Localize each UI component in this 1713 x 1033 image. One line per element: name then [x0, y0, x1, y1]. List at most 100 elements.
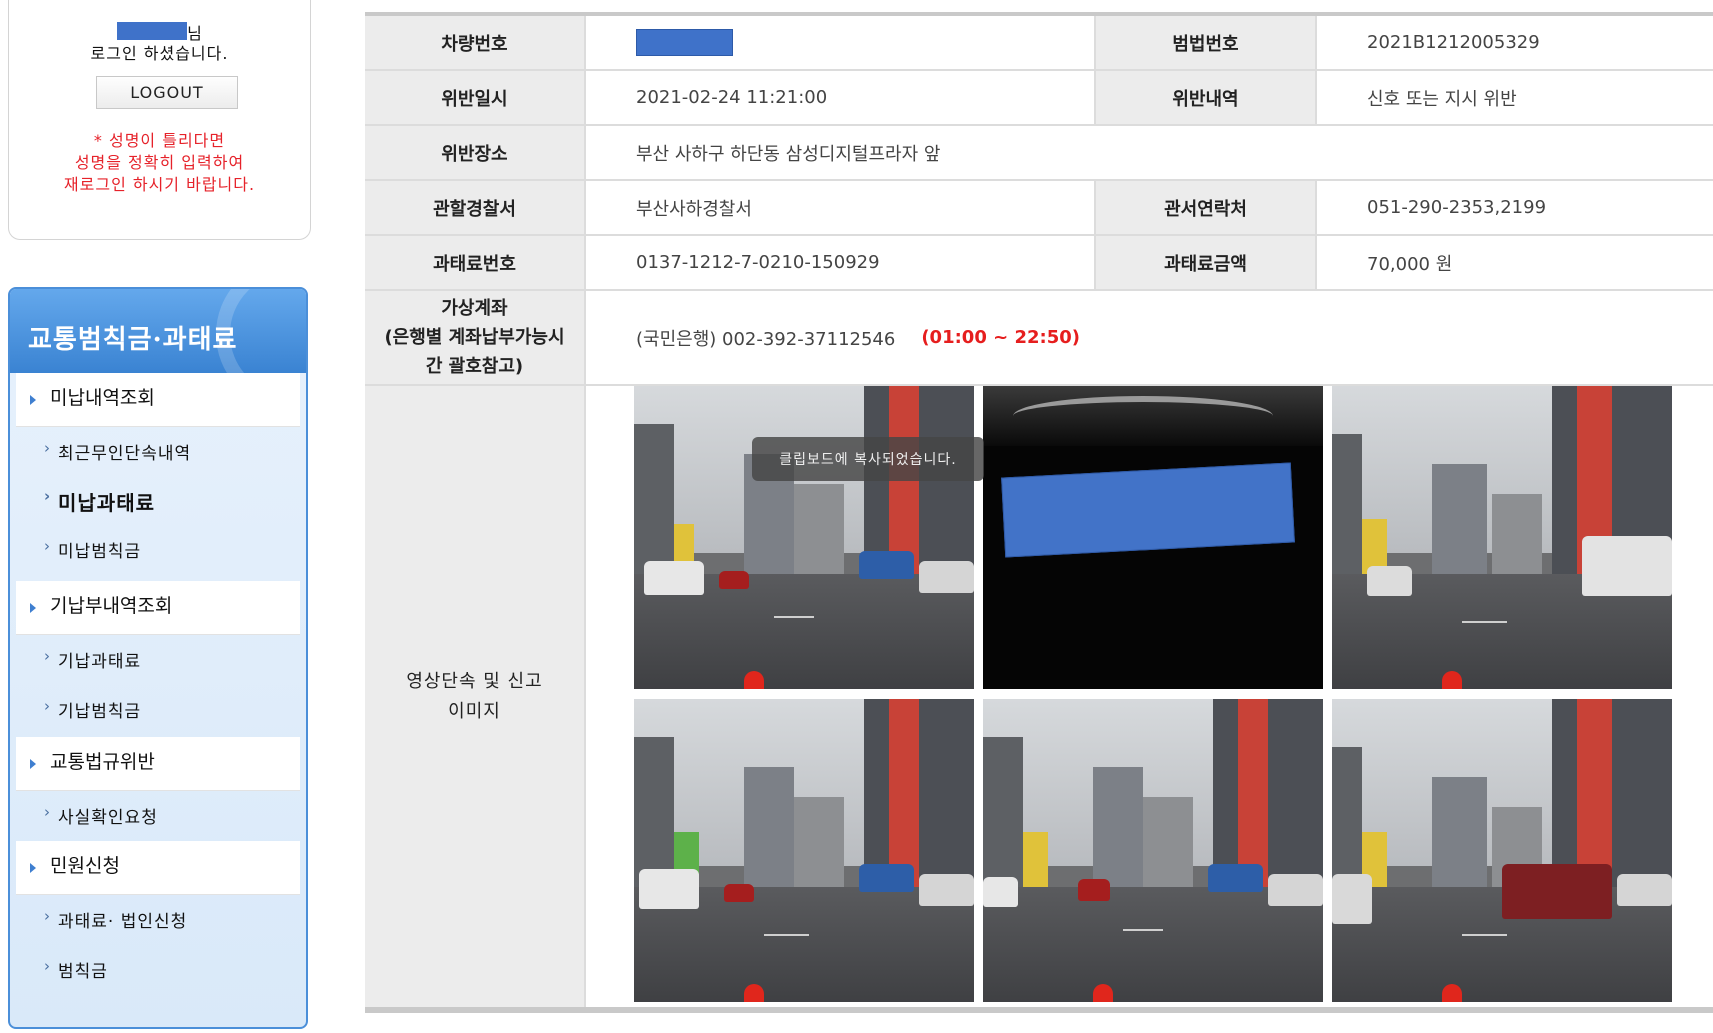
photo-building — [1238, 699, 1268, 887]
photo-car — [644, 561, 704, 595]
chevron-right-icon: › — [44, 487, 52, 505]
menu-item-label: 최근무인단속내역 — [58, 444, 192, 464]
menu-category-label: 기납부내역조회 — [50, 595, 173, 617]
enforcement-photo[interactable] — [634, 386, 974, 689]
menu-item-label: 사실확인요청 — [58, 808, 158, 828]
police-station-header: 관할경찰서 — [365, 181, 586, 234]
menu-item-unpaid-fines[interactable]: › 미납과태료 — [16, 487, 300, 516]
case-number-header: 범법번호 — [1096, 16, 1317, 69]
virtual-account-header-line: (은행별 계좌납부가능시 — [384, 327, 565, 348]
photo-cone — [744, 984, 764, 1002]
menu-item-unpaid-penalties[interactable]: › 미납범칙금 — [16, 537, 300, 562]
chevron-right-icon: › — [44, 803, 51, 821]
table-row: 관할경찰서 부산사하경찰서 관서연락처 051-290-2353,2199 — [365, 181, 1713, 236]
photo-car — [639, 869, 699, 909]
photo-building — [1332, 433, 1362, 574]
photo-car — [1078, 879, 1110, 901]
photo-car — [1268, 874, 1323, 906]
photo-building — [634, 736, 674, 887]
photo-building — [794, 796, 844, 887]
enforcement-photo[interactable] — [634, 699, 974, 1002]
menu-title: 교통범칙금·과태료 — [28, 325, 238, 355]
table-row: 위반장소 부산 사하구 하단동 삼성디지털프라자 앞 — [365, 126, 1713, 181]
photo-building — [1213, 699, 1323, 887]
menu-item-paid-penalties[interactable]: › 기납범칙금 — [16, 697, 300, 722]
photo-car — [1617, 874, 1672, 906]
violation-datetime-header: 위반일시 — [365, 71, 586, 124]
violation-location-value: 부산 사하구 하단동 삼성디지털프라자 앞 — [586, 126, 1713, 179]
enforcement-photo[interactable] — [1332, 699, 1672, 1002]
violation-location-header: 위반장소 — [365, 126, 586, 179]
menu-item-paid-fines[interactable]: › 기납과태료 — [16, 647, 300, 672]
photo-building — [1432, 463, 1487, 574]
station-contact-value: 051-290-2353,2199 — [1317, 181, 1713, 234]
photo-lane-mark — [1462, 621, 1507, 623]
chevron-right-icon: › — [44, 439, 51, 457]
triangle-right-icon — [30, 759, 36, 769]
triangle-right-icon — [30, 603, 36, 613]
photo-lane-mark — [764, 934, 809, 936]
chevron-right-icon: › — [44, 537, 51, 555]
photo-car — [1367, 566, 1412, 596]
violation-datetime-value: 2021-02-24 11:21:00 — [586, 71, 1096, 124]
virtual-account-header-line: 가상계좌 — [441, 298, 508, 319]
menu-category-unpaid[interactable]: 미납내역조회 — [16, 373, 300, 427]
photo-building — [794, 483, 844, 574]
photo-lane-mark — [1462, 934, 1507, 936]
logout-button[interactable]: LOGOUT — [96, 76, 238, 109]
police-station-value: 부산사하경찰서 — [586, 181, 1096, 234]
menu-item-recent-unmanned[interactable]: › 최근무인단속내역 — [16, 439, 300, 464]
login-box: 님 로그인 하셨습니다. LOGOUT * 성명이 틀리다면 성명을 정확히 입… — [8, 0, 311, 240]
menu-category-violation[interactable]: 교통법규위반 — [16, 737, 300, 791]
menu-category-paid[interactable]: 기납부내역조회 — [16, 581, 300, 635]
photo-car — [919, 561, 974, 593]
photo-dark-arc — [1013, 396, 1273, 436]
login-warning: * 성명이 틀리다면 성명을 정확히 입력하여 재로그인 하시기 바랍니다. — [9, 130, 310, 196]
virtual-account-value: (국민은행) 002-392-37112546 (01:00 ~ 22:50) — [586, 291, 1713, 384]
virtual-account-number[interactable]: (국민은행) 002-392-37112546 — [636, 325, 895, 351]
enforcement-photo[interactable] — [1332, 386, 1672, 689]
warning-line: * 성명이 틀리다면 — [93, 131, 226, 150]
license-plate-redaction — [1001, 462, 1295, 558]
account-hours: (01:00 ~ 22:50) — [921, 327, 1080, 348]
photo-building — [634, 423, 674, 574]
photo-building — [1432, 776, 1487, 887]
side-menu: 교통범칙금·과태료 미납내역조회 › 최근무인단속내역 › 미납과태료 › 미납… — [8, 287, 308, 1029]
violation-type-value: 신호 또는 지시 위반 — [1317, 71, 1713, 124]
photo-building — [864, 699, 974, 887]
photo-building — [1023, 831, 1048, 887]
enforcement-photo[interactable] — [983, 699, 1323, 1002]
fine-number-header: 과태료번호 — [365, 236, 586, 289]
photo-bus — [859, 551, 914, 579]
chevron-right-icon: › — [44, 907, 51, 925]
table-bottom-border — [365, 1007, 1713, 1013]
table-row: 과태료번호 0137-1212-7-0210-150929 과태료금액 70,0… — [365, 236, 1713, 291]
photo-car — [1332, 874, 1372, 924]
menu-category-petition[interactable]: 민원신청 — [16, 841, 300, 895]
photo-lane-mark — [1123, 929, 1163, 931]
enforcement-images-header-line: 영상단속 및 신고 — [406, 670, 543, 692]
menu-item-fact-check[interactable]: › 사실확인요청 — [16, 803, 300, 828]
warning-line: 재로그인 하시기 바랍니다. — [63, 175, 256, 194]
photo-building — [744, 766, 794, 887]
menu-item-label: 미납범칙금 — [58, 542, 142, 562]
photo-cone — [744, 671, 764, 689]
enforcement-photo[interactable] — [983, 386, 1323, 689]
table-row: 가상계좌 (은행별 계좌납부가능시 간 괄호참고) (국민은행) 002-392… — [365, 291, 1713, 386]
photo-building — [1143, 796, 1193, 887]
menu-item-label: 과태료· 법인신청 — [58, 912, 188, 932]
violation-type-header: 위반내역 — [1096, 71, 1317, 124]
menu-category-label: 교통법규위반 — [50, 751, 155, 773]
photo-lane-mark — [774, 616, 814, 618]
photo-car — [1502, 864, 1612, 919]
menu-header: 교통범칙금·과태료 — [10, 289, 306, 373]
photo-building — [1552, 699, 1672, 887]
menu-item-label: 기납범칙금 — [58, 702, 142, 722]
photo-building — [1577, 699, 1612, 887]
vehicle-number-redaction — [636, 29, 733, 56]
menu-body: 미납내역조회 › 최근무인단속내역 › 미납과태료 › 미납범칙금 기납부내역조… — [16, 373, 300, 1021]
menu-item-penalty[interactable]: › 범칙금 — [16, 957, 300, 982]
triangle-right-icon — [30, 395, 36, 405]
menu-item-corporate-request[interactable]: › 과태료· 법인신청 — [16, 907, 300, 932]
fine-amount-header: 과태료금액 — [1096, 236, 1317, 289]
